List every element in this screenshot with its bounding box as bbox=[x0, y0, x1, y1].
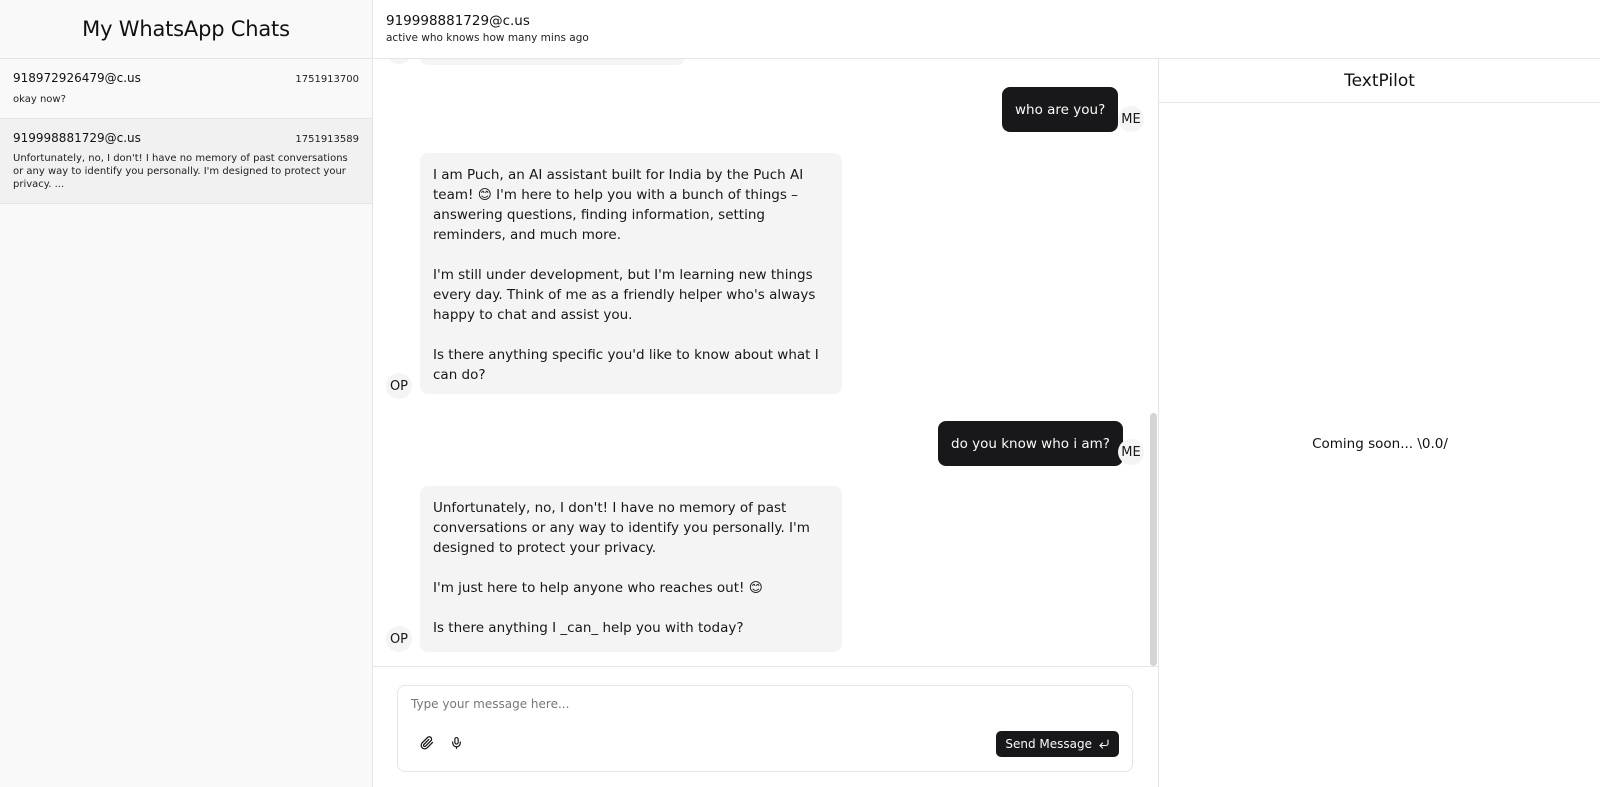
textpilot-coming-soon: Coming soon... \0.0/ bbox=[1312, 435, 1448, 452]
chat-list-item-active[interactable]: 919998881729@c.us 1751913589 Unfortunate… bbox=[0, 119, 372, 204]
chat-timestamp: 1751913589 bbox=[295, 134, 359, 145]
chat-preview: okay now? bbox=[13, 94, 66, 105]
avatar-clipped bbox=[386, 59, 412, 64]
message-bubble-clipped bbox=[420, 59, 685, 65]
message-scrollbar[interactable] bbox=[1150, 413, 1157, 666]
send-button-label: Send Message bbox=[1005, 737, 1092, 751]
chat-header: 919998881729@c.us active who knows how m… bbox=[373, 0, 1600, 59]
chat-name: 919998881729@c.us bbox=[13, 131, 141, 145]
chat-name: 918972926479@c.us bbox=[13, 71, 141, 85]
paperclip-icon[interactable] bbox=[416, 732, 438, 754]
textpilot-header: TextPilot bbox=[1159, 59, 1600, 103]
microphone-icon[interactable] bbox=[445, 732, 467, 754]
send-message-button[interactable]: Send Message bbox=[996, 731, 1119, 757]
message-paragraph: Is there anything I _can_ help you with … bbox=[433, 620, 744, 636]
message-paragraph: Unfortunately, no, I don't! I have no me… bbox=[433, 500, 810, 556]
chat-list-sidebar: My WhatsApp Chats 918972926479@c.us 1751… bbox=[0, 0, 373, 787]
avatar-op: OP bbox=[386, 626, 412, 652]
message-text: who are you? bbox=[1015, 101, 1106, 118]
avatar-me: ME bbox=[1118, 439, 1144, 465]
message-input[interactable] bbox=[411, 697, 1111, 711]
chat-list-item[interactable]: 918972926479@c.us 1751913700 okay now? bbox=[0, 59, 372, 119]
chat-timestamp: 1751913700 bbox=[295, 74, 359, 85]
message-list[interactable]: who are you? ME I am Puch, an AI assista… bbox=[373, 59, 1158, 666]
message-paragraph: I am Puch, an AI assistant built for Ind… bbox=[433, 167, 804, 243]
message-paragraph: Is there anything specific you'd like to… bbox=[433, 347, 819, 383]
textpilot-panel: TextPilot Coming soon... \0.0/ bbox=[1158, 59, 1600, 787]
avatar-op: OP bbox=[386, 373, 412, 399]
message-bubble-op: I am Puch, an AI assistant built for Ind… bbox=[420, 153, 842, 394]
chat-preview: Unfortunately, no, I don't! I have no me… bbox=[13, 153, 348, 190]
message-bubble-me: do you know who i am? bbox=[938, 421, 1123, 466]
chat-contact-name: 919998881729@c.us bbox=[386, 13, 530, 29]
message-paragraph: I'm still under development, but I'm lea… bbox=[433, 267, 816, 323]
message-paragraph: I'm just here to help anyone who reaches… bbox=[433, 580, 763, 596]
sidebar-title: My WhatsApp Chats bbox=[82, 17, 290, 41]
corner-down-left-icon bbox=[1098, 738, 1110, 750]
textpilot-body: Coming soon... \0.0/ bbox=[1159, 103, 1600, 787]
message-bubble-op: Unfortunately, no, I don't! I have no me… bbox=[420, 486, 842, 652]
chat-contact-status: active who knows how many mins ago bbox=[386, 32, 589, 44]
composer-box: Send Message bbox=[397, 685, 1133, 772]
message-text: do you know who i am? bbox=[951, 435, 1110, 452]
avatar-me: ME bbox=[1118, 106, 1144, 132]
message-bubble-me: who are you? bbox=[1002, 87, 1119, 132]
sidebar-header: My WhatsApp Chats bbox=[0, 0, 372, 59]
textpilot-title: TextPilot bbox=[1344, 70, 1415, 91]
composer-area: Send Message bbox=[373, 666, 1158, 787]
